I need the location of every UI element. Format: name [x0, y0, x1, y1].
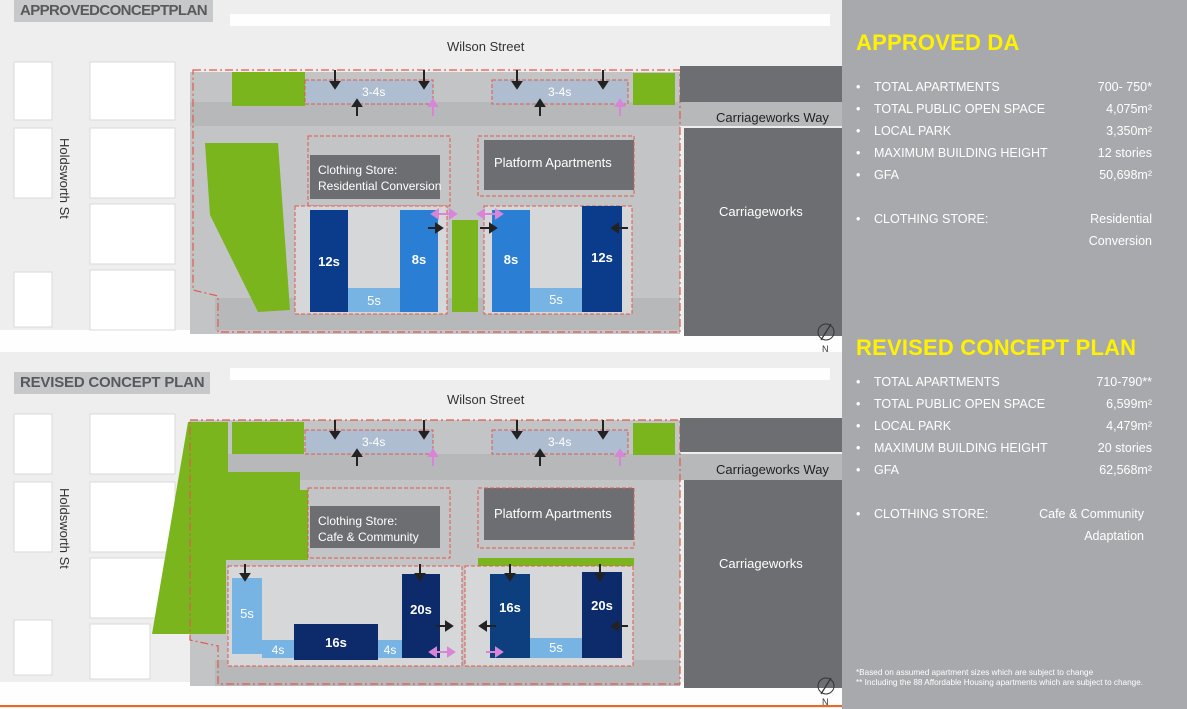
stat-value: 20 stories: [1097, 441, 1152, 455]
building-label: 20s: [591, 598, 613, 613]
stat-row: • MAXIMUM BUILDING HEIGHT 20 stories: [856, 441, 1152, 455]
stats-panel: APPROVED DA • TOTAL APARTMENTS 700- 750* • T…: [842, 0, 1187, 709]
plan-header: APPROVEDCONCEPTPLAN: [14, 0, 213, 22]
north-right-block-label: 3-4s: [548, 435, 572, 449]
stat-row: • MAXIMUM BUILDING HEIGHT 12 stories: [856, 146, 1152, 160]
revised-plan-title: REVISED CONCEPT PLAN: [856, 335, 1137, 360]
building-label: 8s: [411, 252, 427, 267]
carriageworks-label: Carriageworks: [719, 556, 803, 571]
stat-key: CLOTHING STORE:: [874, 507, 989, 521]
clothing-store-label-2: Cafe & Community: [318, 530, 419, 544]
carriageworks-way-label: Carriageworks Way: [716, 110, 829, 125]
stat-key: TOTAL PUBLIC OPEN SPACE: [874, 397, 1046, 411]
building-label: 16s: [499, 600, 521, 615]
stat-value: 12 stories: [1097, 146, 1152, 160]
platform-apartments-label: Platform Apartments: [494, 155, 612, 170]
plan-header: REVISED CONCEPT PLAN: [14, 372, 211, 394]
wilson-street-label: Wilson Street: [447, 392, 525, 407]
stat-value: Residential: [1090, 212, 1152, 226]
platform-apartments-label: Platform Apartments: [494, 506, 612, 521]
bottom-rule: [0, 705, 842, 707]
building-label: 4s: [383, 643, 397, 657]
holdsworth-street-label: Holdsworth St: [57, 488, 72, 569]
holdsworth-street-label: Holdsworth St: [57, 138, 72, 219]
stat-row: • LOCAL PARK 4,479m²: [856, 419, 1152, 433]
approved-clothing-row-2: Conversion: [856, 234, 1152, 256]
footnote-2: ** Including the 88 Affordable Housing a…: [856, 678, 1144, 687]
stat-key: TOTAL APARTMENTS: [874, 375, 1000, 389]
stat-value: Adaptation: [1084, 529, 1144, 543]
stat-value: Cafe & Community: [1039, 507, 1144, 521]
stat-key: GFA: [874, 168, 900, 182]
revised-site-map: [0, 368, 842, 706]
stat-row: • TOTAL PUBLIC OPEN SPACE 4,075m²: [856, 102, 1152, 116]
stat-key: CLOTHING STORE:: [874, 212, 989, 226]
stat-key: LOCAL PARK: [874, 419, 952, 433]
stat-value: 6,599m²: [1106, 397, 1152, 411]
stat-value: 4,075m²: [1106, 102, 1152, 116]
stat-key: MAXIMUM BUILDING HEIGHT: [874, 441, 1048, 455]
stat-value: 62,568m²: [1099, 463, 1152, 477]
stat-value: 710-790**: [1096, 375, 1152, 389]
building-label: 20s: [410, 602, 432, 617]
revised-clothing-row: • CLOTHING STORE: Cafe & Community: [856, 507, 1144, 521]
building-label: 8s: [503, 252, 519, 267]
carriageworks-label: Carriageworks: [719, 204, 803, 219]
building-label: 5s: [240, 606, 254, 621]
stat-value: 3,350m²: [1106, 124, 1152, 138]
stat-row: • TOTAL APARTMENTS 710-790**: [856, 375, 1152, 389]
footnote-1: *Based on assumed apartment sizes which …: [856, 668, 1094, 677]
approved-concept-plan: APPROVEDCONCEPTPLAN Wilson Street Holdsw…: [0, 0, 842, 354]
stat-value: 4,479m²: [1106, 419, 1152, 433]
stat-row: • GFA 50,698m²: [856, 168, 1152, 182]
north-right-block-label: 3-4s: [548, 85, 572, 99]
approved-site-map: [0, 14, 842, 352]
building-label: 12s: [591, 250, 613, 265]
stat-value: 50,698m²: [1099, 168, 1152, 182]
stat-row: • TOTAL PUBLIC OPEN SPACE 6,599m²: [856, 397, 1152, 411]
stat-row: • GFA 62,568m²: [856, 463, 1152, 477]
building-label: 5s: [367, 293, 381, 308]
wilson-street-label: Wilson Street: [447, 39, 525, 54]
stat-row: • LOCAL PARK 3,350m²: [856, 124, 1152, 138]
building-label: 5s: [549, 640, 563, 655]
carriageworks-way-label: Carriageworks Way: [716, 462, 829, 477]
north-left-block-label: 3-4s: [362, 435, 386, 449]
revised-clothing-row-2: Adaptation: [856, 529, 1152, 551]
clothing-store-label-1: Clothing Store:: [318, 163, 398, 177]
stat-key: GFA: [874, 463, 900, 477]
north-mark: N: [822, 344, 829, 354]
stat-key: MAXIMUM BUILDING HEIGHT: [874, 146, 1048, 160]
building-label: 12s: [318, 254, 340, 269]
footnotes: *Based on assumed apartment sizes which …: [856, 668, 1176, 688]
stat-key: LOCAL PARK: [874, 124, 952, 138]
stat-key: TOTAL PUBLIC OPEN SPACE: [874, 102, 1046, 116]
building-label: 16s: [325, 635, 347, 650]
clothing-store-label-1: Clothing Store:: [318, 514, 398, 528]
approved-da-title: APPROVED DA: [856, 30, 1020, 55]
revised-concept-plan: REVISED CONCEPT PLAN Wilson Street Holds…: [0, 354, 842, 708]
building-label: 5s: [549, 292, 563, 307]
stat-value: Conversion: [1088, 234, 1152, 248]
stat-key: TOTAL APARTMENTS: [874, 80, 1000, 94]
north-left-block-label: 3-4s: [362, 85, 386, 99]
stat-value: 700- 750*: [1097, 80, 1152, 94]
building-label: 4s: [271, 643, 285, 657]
approved-clothing-row: • CLOTHING STORE: Residential: [856, 212, 1152, 226]
clothing-store-label-2: Residential Conversion: [318, 179, 442, 193]
stat-row: • TOTAL APARTMENTS 700- 750*: [856, 80, 1152, 94]
